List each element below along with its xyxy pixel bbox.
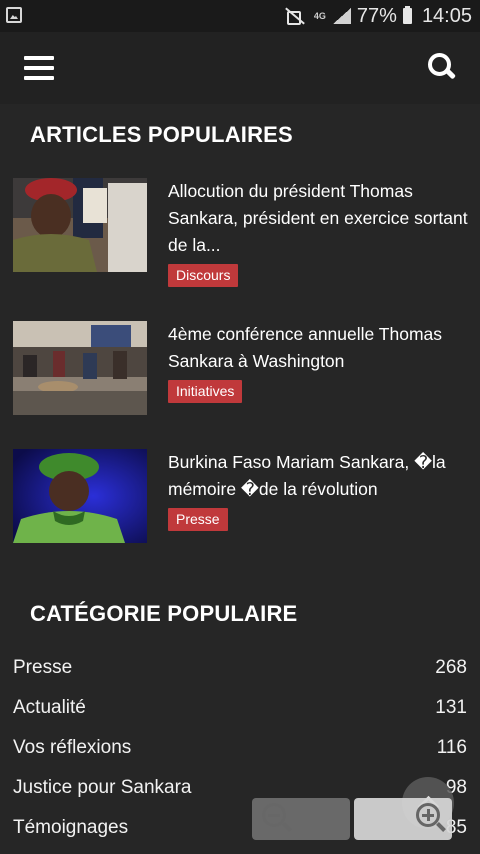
category-name[interactable]: Actualité [13,697,86,719]
zoom-controls [252,798,452,840]
category-name[interactable]: Témoignages [13,817,128,839]
status-icons: 4G 77% 14:05 [283,0,472,32]
app-bar [0,32,480,104]
image-icon [6,7,22,23]
zoom-in-icon [416,803,446,833]
zoom-out-icon [262,803,292,833]
section-title-categories: CATÉGORIE POPULAIRE [30,601,298,626]
category-row[interactable]: Actualité 131 [13,697,467,727]
zoom-out-button[interactable] [252,798,350,840]
category-row[interactable]: Vos réflexions 116 [13,737,467,767]
article-thumbnail[interactable] [13,178,147,272]
category-name[interactable]: Justice pour Sankara [13,777,192,799]
clock: 14:05 [421,4,472,27]
category-count: 131 [435,697,467,718]
status-bar: 4G 77% 14:05 [0,0,480,32]
article-tag[interactable]: Initiatives [168,380,243,403]
mute-icon [283,8,307,25]
category-count: 268 [435,657,467,678]
article-title[interactable]: 4ème conférence annuelle Thomas Sankara … [168,321,468,375]
article-thumbnail[interactable] [13,321,147,415]
network-type: 4G [313,10,326,21]
article-tag[interactable]: Presse [168,508,228,531]
category-row[interactable]: Presse 268 [13,657,467,687]
category-count: 116 [436,737,467,758]
signal-icon [332,8,351,24]
article-title[interactable]: Burkina Faso Mariam Sankara, �la mémoire… [168,449,468,503]
article-title[interactable]: Allocution du président Thomas Sankara, … [168,178,468,259]
menu-icon[interactable] [24,56,54,80]
section-title-articles: ARTICLES POPULAIRES [30,122,293,147]
article-thumbnail[interactable] [13,449,147,543]
article-tag[interactable]: Discours [168,264,239,287]
zoom-in-button[interactable] [354,798,452,840]
category-name[interactable]: Presse [13,657,72,679]
battery-percent: 77% [356,4,397,27]
category-name[interactable]: Vos réflexions [13,737,131,759]
search-icon[interactable] [428,53,458,83]
battery-icon [402,6,412,24]
